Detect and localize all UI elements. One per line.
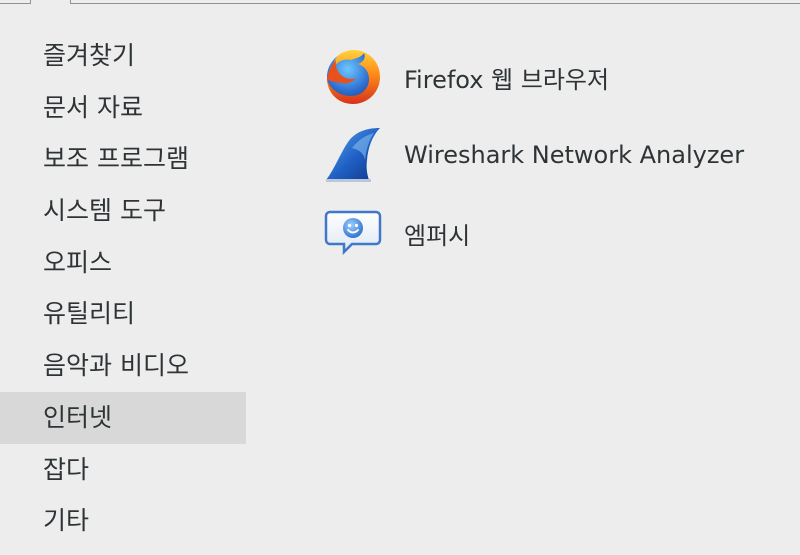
category-label: 잡다 — [43, 454, 90, 484]
app-label: Wireshark Network Analyzer — [404, 141, 745, 169]
category-item-sundry[interactable]: 잡다 — [0, 444, 246, 496]
category-label: 인터넷 — [43, 402, 113, 432]
popover-top-edge — [0, 0, 800, 6]
category-label: 보조 프로그램 — [43, 144, 189, 174]
category-item-utilities[interactable]: 유틸리티 — [0, 288, 246, 340]
category-item-system-tools[interactable]: 시스템 도구 — [0, 185, 246, 237]
app-list: Firefox 웹 브라우저 Wireshark Network Analyze… — [322, 38, 782, 272]
category-item-favorites[interactable]: 즐겨찾기 — [0, 30, 246, 82]
category-label: 오피스 — [43, 247, 113, 277]
firefox-icon — [327, 50, 380, 104]
category-list: 즐겨찾기 문서 자료 보조 프로그램 시스템 도구 오피스 유틸리티 음악과 비… — [0, 30, 246, 547]
category-item-internet[interactable]: 인터넷 — [0, 391, 246, 444]
app-item-empathy[interactable]: 엠퍼시 — [322, 194, 782, 272]
category-item-accessories[interactable]: 보조 프로그램 — [0, 133, 246, 185]
app-label: Firefox 웹 브라우저 — [404, 65, 610, 94]
category-item-office[interactable]: 오피스 — [0, 237, 246, 289]
category-label: 유틸리티 — [43, 299, 136, 329]
category-item-documentation[interactable]: 문서 자료 — [0, 82, 246, 134]
empathy-icon — [324, 210, 382, 256]
category-label: 음악과 비디오 — [43, 351, 189, 381]
app-item-wireshark[interactable]: Wireshark Network Analyzer — [322, 116, 782, 194]
category-label: 문서 자료 — [43, 92, 143, 122]
category-item-sound-video[interactable]: 음악과 비디오 — [0, 340, 246, 392]
wireshark-icon — [326, 128, 380, 182]
category-label: 즐겨찾기 — [43, 41, 136, 70]
category-item-other[interactable]: 기타 — [0, 495, 246, 547]
category-label: 시스템 도구 — [43, 196, 166, 226]
category-label: 기타 — [43, 506, 90, 536]
app-label: 엠퍼시 — [404, 221, 471, 250]
app-item-firefox[interactable]: Firefox 웹 브라우저 — [322, 38, 782, 116]
